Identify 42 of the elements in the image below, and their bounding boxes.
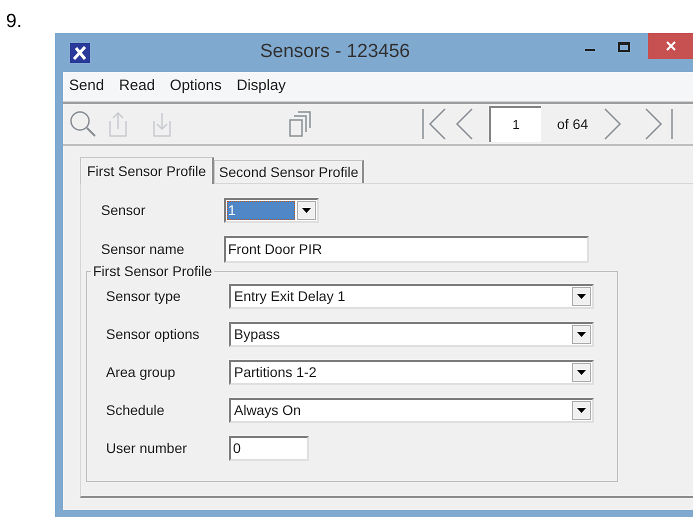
search-icon[interactable] <box>69 110 97 138</box>
previous-page-icon[interactable] <box>455 108 475 140</box>
window-title: Sensors - 123456 <box>260 40 410 64</box>
close-icon <box>666 41 676 51</box>
caret-icon <box>577 332 586 337</box>
dropdown-field[interactable]: Bypass <box>229 322 594 347</box>
field-label: Sensor type <box>106 287 182 306</box>
menu-item[interactable]: Options <box>170 75 222 98</box>
dropdown-field[interactable]: Always On <box>229 398 594 423</box>
input-field[interactable]: 0 <box>229 436 309 461</box>
dropdown-button[interactable] <box>297 201 316 220</box>
dropdown-button[interactable] <box>572 401 591 420</box>
field-label: User number <box>106 439 188 458</box>
dropdown-button[interactable] <box>572 363 591 382</box>
last-page-icon[interactable] <box>644 108 674 140</box>
field-label: Sensor name <box>101 240 186 259</box>
field-label: Area group <box>106 363 176 382</box>
page-field[interactable]: 1 <box>489 106 541 142</box>
dropdown-button[interactable] <box>572 287 591 306</box>
page-count: of 64 <box>557 114 588 134</box>
field-label: Schedule <box>106 401 166 420</box>
tab[interactable]: First Sensor Profile <box>80 157 214 184</box>
menu-item[interactable]: Read <box>119 75 155 98</box>
dropdown-field[interactable]: Entry Exit Delay 1 <box>229 284 594 309</box>
caret-icon <box>302 208 311 213</box>
step-number: 9. <box>6 10 22 34</box>
menu-item[interactable]: Send <box>69 75 104 98</box>
app-logo-icon <box>70 42 90 62</box>
caret-icon <box>577 294 586 299</box>
caret-icon <box>577 408 586 413</box>
next-page-icon[interactable] <box>602 108 622 140</box>
field-label: Sensor <box>101 201 146 220</box>
sensor-dropdown[interactable]: 1 <box>224 198 319 223</box>
close-button[interactable] <box>648 33 693 59</box>
tab[interactable]: Second Sensor Profile <box>214 160 364 183</box>
input-field[interactable]: Front Door PIR <box>224 236 589 263</box>
field-label: Sensor options <box>106 325 200 344</box>
caret-icon <box>577 370 586 375</box>
dropdown-field[interactable]: Partitions 1-2 <box>229 360 594 385</box>
dropdown-button[interactable] <box>572 325 591 344</box>
menu-item[interactable]: Display <box>236 75 286 98</box>
copy-icon[interactable] <box>289 110 311 138</box>
